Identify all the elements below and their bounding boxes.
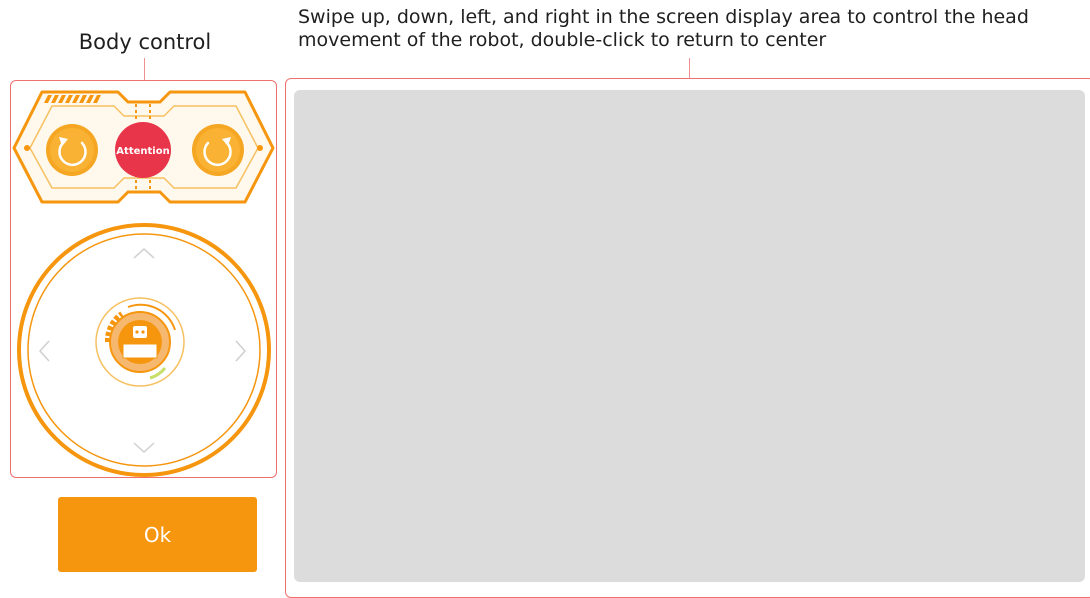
screen-instruction-pointer-line — [689, 58, 690, 78]
rotate-left-button[interactable] — [46, 124, 98, 176]
attention-button[interactable]: Attention — [115, 122, 171, 178]
screen-display-area[interactable] — [294, 90, 1085, 582]
rotate-right-button[interactable] — [192, 124, 244, 176]
joystick-knob[interactable] — [95, 297, 185, 387]
screen-instruction-label: Swipe up, down, left, and right in the s… — [298, 6, 1029, 51]
body-control-widgets: Attention — [12, 90, 275, 477]
attention-label: Attention — [116, 146, 169, 157]
movement-joystick[interactable] — [17, 223, 271, 477]
ok-button[interactable]: Ok — [58, 497, 257, 572]
